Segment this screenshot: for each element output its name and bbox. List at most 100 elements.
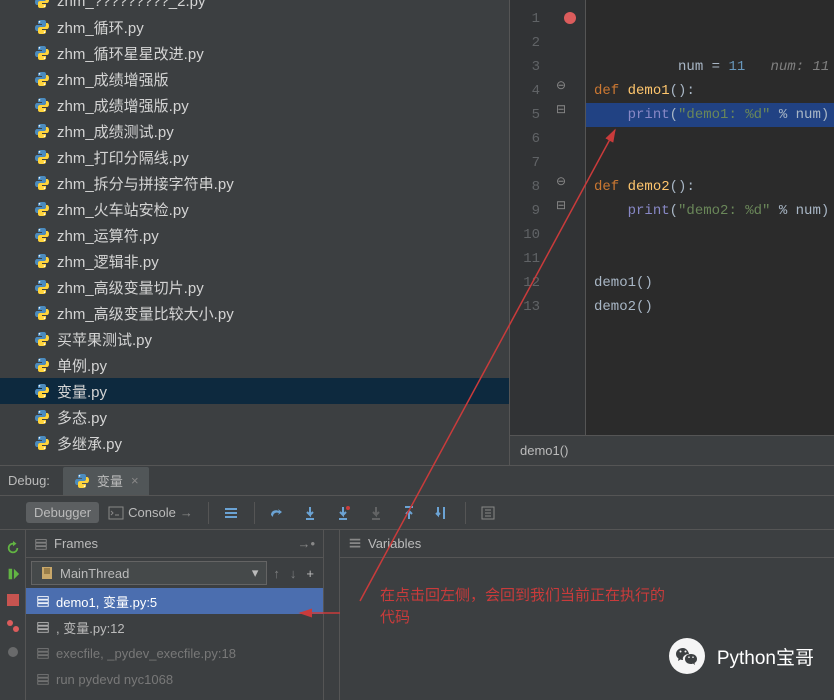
file-item[interactable]: zhm_循环.py: [0, 14, 509, 40]
frames-restore-icon[interactable]: →•: [297, 536, 315, 551]
line-number[interactable]: 3: [510, 55, 540, 79]
file-item[interactable]: 变量.py: [0, 378, 509, 404]
file-name: zhm_成绩增强版: [57, 69, 169, 90]
file-item[interactable]: zhm_火车站安检.py: [0, 196, 509, 222]
python-file-icon: [33, 123, 51, 139]
file-name: zhm_打印分隔线.py: [57, 147, 189, 168]
debug-tab-label: 变量: [97, 471, 123, 490]
line-number[interactable]: 8: [510, 175, 540, 199]
stop-icon[interactable]: [0, 587, 25, 613]
step-out-icon[interactable]: [393, 502, 425, 524]
file-name: zhm_高级变量切片.py: [57, 277, 204, 298]
mute-breakpoints-icon[interactable]: [0, 639, 25, 665]
python-file-icon: [33, 149, 51, 165]
variables-panel[interactable]: Variables 在点击回左侧，会回到我们当前正在执行的 代码: [340, 530, 834, 700]
stack-frame[interactable]: , 变量.py:12: [26, 614, 323, 640]
file-name: zhm_拆分与拼接字符串.py: [57, 173, 234, 194]
step-into-icon[interactable]: [294, 502, 326, 524]
run-to-cursor-icon[interactable]: [426, 502, 458, 524]
file-name: zhm_高级变量比较大小.py: [57, 303, 234, 324]
line-number[interactable]: 10: [510, 223, 540, 247]
show-execution-point-icon[interactable]: [215, 502, 247, 524]
breadcrumb-function[interactable]: demo1(): [520, 443, 568, 458]
stack-frame[interactable]: run pydevd nyc1068: [26, 666, 323, 692]
file-tree[interactable]: zhm_?????????_2.py zhm_循环.pyzhm_循环星星改进.py…: [0, 0, 509, 465]
debug-label: Debug:: [0, 473, 58, 488]
line-number[interactable]: 9: [510, 199, 540, 223]
file-item[interactable]: zhm_成绩测试.py: [0, 118, 509, 144]
file-item[interactable]: 买苹果测试.py: [0, 326, 509, 352]
file-item[interactable]: zhm_成绩增强版: [0, 66, 509, 92]
debug-toolbar: Debugger Console →: [0, 495, 834, 529]
file-item[interactable]: zhm_拆分与拼接字符串.py: [0, 170, 509, 196]
line-number[interactable]: 12: [510, 271, 540, 295]
file-item[interactable]: zhm_?????????_2.py: [0, 0, 509, 14]
python-file-icon: [33, 383, 51, 399]
line-number[interactable]: 1: [510, 7, 540, 31]
file-name: zhm_成绩增强版.py: [57, 95, 189, 116]
file-item[interactable]: 多态.py: [0, 404, 509, 430]
code-editor[interactable]: 12345678910111213 ⊖ ⊟ ⊖ ⊟ num = 11 num: …: [509, 0, 834, 465]
file-item[interactable]: zhm_高级变量切片.py: [0, 274, 509, 300]
force-step-into-icon[interactable]: [360, 502, 392, 524]
line-number[interactable]: 4: [510, 79, 540, 103]
fold-gutter: ⊖ ⊟ ⊖ ⊟: [550, 0, 586, 435]
line-number[interactable]: 6: [510, 127, 540, 151]
python-file-icon: [33, 305, 51, 321]
evaluate-expression-icon[interactable]: [472, 502, 504, 524]
breakpoint-icon[interactable]: [564, 12, 576, 24]
line-number[interactable]: 13: [510, 295, 540, 319]
view-breakpoints-icon[interactable]: [0, 613, 25, 639]
python-file-icon: [33, 409, 51, 425]
resume-icon[interactable]: [0, 561, 25, 587]
python-file-icon: [33, 435, 51, 451]
debugger-tab[interactable]: Debugger: [26, 502, 99, 523]
frame-list[interactable]: demo1, 变量.py:5, 变量.py:12execfile, _pydev…: [26, 588, 323, 700]
file-item[interactable]: zhm_循环星星改进.py: [0, 40, 509, 66]
stack-frame[interactable]: demo1, 变量.py:5: [26, 588, 323, 614]
file-name: 多继承.py: [57, 433, 122, 454]
line-number[interactable]: 2: [510, 31, 540, 55]
code-content[interactable]: num = 11 num: 11 def demo1(): print("dem…: [586, 0, 834, 435]
file-item[interactable]: 多继承.py: [0, 430, 509, 456]
file-item[interactable]: zhm_逻辑非.py: [0, 248, 509, 274]
file-item[interactable]: 单例.py: [0, 352, 509, 378]
step-over-icon[interactable]: [261, 502, 293, 524]
frame-prev-icon[interactable]: ↑: [270, 563, 283, 584]
file-name: zhm_运算符.py: [57, 225, 159, 246]
frames-title: Frames: [54, 536, 98, 551]
wechat-icon: [669, 638, 705, 674]
file-name: zhm_?????????_2.py: [57, 0, 205, 10]
stack-frame[interactable]: execfile, _pydev_execfile.py:18: [26, 640, 323, 666]
python-file-icon: [33, 331, 51, 347]
line-number[interactable]: 5: [510, 103, 540, 127]
step-into-my-code-icon[interactable]: [327, 502, 359, 524]
file-name: 多态.py: [57, 407, 107, 428]
thread-selector[interactable]: MainThread ▾: [31, 561, 267, 585]
file-name: zhm_循环.py: [57, 17, 144, 38]
python-file-icon: [33, 45, 51, 61]
rerun-icon[interactable]: [0, 535, 25, 561]
debug-tab-bar: Debug: 变量 ×: [0, 465, 834, 495]
debug-run-tab[interactable]: 变量 ×: [63, 467, 149, 495]
watermark: Python宝哥: [669, 638, 814, 674]
console-tab[interactable]: Console →: [100, 502, 201, 524]
file-item[interactable]: zhm_打印分隔线.py: [0, 144, 509, 170]
breadcrumbs[interactable]: demo1(): [510, 435, 834, 465]
line-number[interactable]: 11: [510, 247, 540, 271]
file-item[interactable]: zhm_成绩增强版.py: [0, 92, 509, 118]
debug-side-toolbar: [0, 530, 26, 700]
python-file-icon: [33, 201, 51, 217]
python-file-icon: [33, 227, 51, 243]
python-file-icon: [33, 97, 51, 113]
python-file-icon: [33, 175, 51, 191]
python-file-icon: [33, 71, 51, 87]
close-icon[interactable]: ×: [131, 473, 139, 488]
line-number[interactable]: 7: [510, 151, 540, 175]
frame-next-icon[interactable]: ↓: [287, 563, 300, 584]
file-name: 买苹果测试.py: [57, 329, 152, 350]
add-icon[interactable]: +: [303, 563, 317, 584]
line-gutter: 12345678910111213: [510, 0, 550, 435]
file-item[interactable]: zhm_运算符.py: [0, 222, 509, 248]
file-item[interactable]: zhm_高级变量比较大小.py: [0, 300, 509, 326]
